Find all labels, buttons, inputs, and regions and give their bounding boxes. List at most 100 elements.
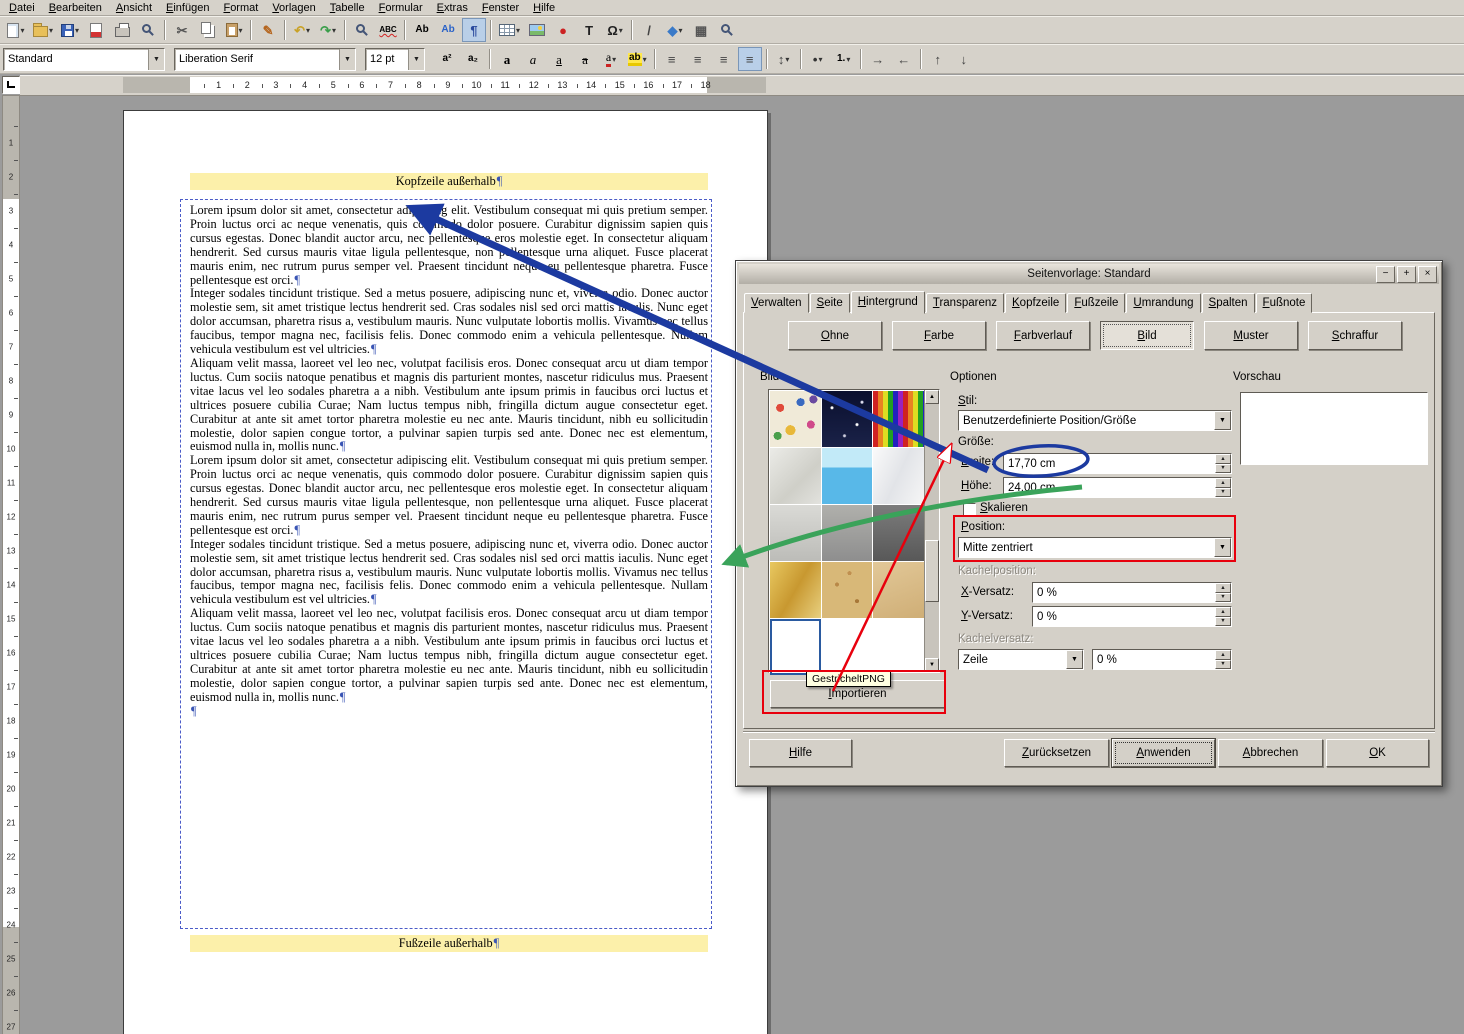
menu-vorlagen[interactable]: Vorlagen <box>265 2 322 14</box>
underline-icon[interactable]: a <box>547 47 571 71</box>
chevron-down-icon[interactable]: ▾ <box>306 26 310 35</box>
clone-formatting-icon[interactable]: ✎ <box>256 18 280 42</box>
paragraph-space-increase-icon[interactable]: ↑ <box>926 47 950 71</box>
paragraph[interactable]: Integer sodales tincidunt tristique. Sed… <box>190 287 708 357</box>
paragraph[interactable]: Aliquam velit massa, laoreet vel leo nec… <box>190 357 708 454</box>
chevron-down-icon[interactable]: ▾ <box>846 55 850 64</box>
gallery-item-sand[interactable] <box>822 562 873 618</box>
document-page[interactable]: Kopfzeile außerhalb¶ Lorem ipsum dolor s… <box>123 110 768 1034</box>
type-farbe-button[interactable]: Farbe <box>892 321 986 350</box>
gallery-item-stone-light[interactable] <box>770 505 821 561</box>
y-versatz-field[interactable]: 0 % ▲▼ <box>1032 606 1232 627</box>
align-right-icon[interactable]: ≡ <box>712 47 736 71</box>
spin-up-icon[interactable]: ▲ <box>1215 454 1231 464</box>
menu-fenster[interactable]: Fenster <box>475 2 526 14</box>
cut-icon[interactable]: ✂ <box>170 18 194 42</box>
copy-icon[interactable] <box>196 18 220 42</box>
print-icon[interactable] <box>110 18 134 42</box>
insert-image-icon[interactable] <box>525 18 549 42</box>
zoom-icon[interactable] <box>715 18 739 42</box>
paragraph[interactable]: Lorem ipsum dolor sit amet, consectetur … <box>190 454 708 537</box>
skalieren-checkbox[interactable] <box>963 503 976 516</box>
spin-down-icon[interactable]: ▼ <box>1215 464 1231 474</box>
save-icon[interactable]: ▾ <box>58 18 82 42</box>
dialog-titlebar[interactable]: Seitenvorlage: Standard − + × <box>739 264 1439 284</box>
x-versatz-field[interactable]: 0 % ▲▼ <box>1032 582 1232 603</box>
paragraph[interactable]: Aliquam velit massa, laoreet vel leo nec… <box>190 607 708 704</box>
type-ohne-button[interactable]: Ohne <box>788 321 882 350</box>
subscript-icon[interactable]: a₂ <box>461 47 485 71</box>
chevron-down-icon[interactable]: ▾ <box>612 55 616 64</box>
chevron-down-icon[interactable]: ▾ <box>20 26 24 35</box>
hilfe-button[interactable]: Hilfe <box>749 739 852 767</box>
page-footer[interactable]: Fußzeile außerhalb¶ <box>190 935 708 952</box>
tab-hintergrund[interactable]: Hintergrund <box>851 291 925 314</box>
gallery-item-gold[interactable] <box>770 562 821 618</box>
type-schraffur-button[interactable]: Schraffur <box>1308 321 1402 350</box>
chevron-down-icon[interactable]: ▾ <box>785 55 789 64</box>
print-preview-icon[interactable] <box>136 18 160 42</box>
minimize-button[interactable]: − <box>1376 266 1395 283</box>
field-shading-icon[interactable]: Ab <box>436 18 460 42</box>
spin-down-icon[interactable]: ▼ <box>1215 617 1231 627</box>
chevron-down-icon[interactable]: ▾ <box>818 55 822 64</box>
undo-icon[interactable]: ↶▾ <box>290 18 314 42</box>
gallery-item-stone-dark[interactable] <box>873 505 924 561</box>
line-spacing-icon[interactable]: ↕▾ <box>772 47 796 71</box>
font-color-icon[interactable]: a▾ <box>599 47 623 71</box>
document-body[interactable]: Lorem ipsum dolor sit amet, consectetur … <box>190 204 708 719</box>
gallery-item-stripes[interactable] <box>873 391 924 447</box>
chevron-down-icon[interactable]: ▼ <box>1066 650 1083 669</box>
find-replace-icon[interactable] <box>350 18 374 42</box>
tabstop-selector[interactable] <box>2 76 20 94</box>
spin-down-icon[interactable]: ▼ <box>1215 593 1231 603</box>
tab-seite[interactable]: Seite <box>810 293 850 313</box>
menu-datei[interactable]: Datei <box>2 2 42 14</box>
menu-bearbeiten[interactable]: Bearbeiten <box>42 2 109 14</box>
gallery-item-marble-light[interactable] <box>770 448 821 504</box>
menu-tabelle[interactable]: Tabelle <box>323 2 372 14</box>
spin-down-icon[interactable]: ▼ <box>1215 488 1231 498</box>
spin-up-icon[interactable]: ▲ <box>1215 607 1231 617</box>
spin-up-icon[interactable]: ▲ <box>1215 650 1231 660</box>
align-justify-icon[interactable]: ≡ <box>738 47 762 71</box>
export-pdf-icon[interactable] <box>84 18 108 42</box>
page-header[interactable]: Kopfzeile außerhalb¶ <box>190 173 708 190</box>
hoehe-field[interactable]: 24,00 cm ▲▼ <box>1003 477 1232 498</box>
chevron-down-icon[interactable]: ▼ <box>148 49 164 70</box>
gallery-item-flowers[interactable] <box>770 391 821 447</box>
type-farbverlauf-button[interactable]: Farbverlauf <box>996 321 1090 350</box>
increase-indent-icon[interactable]: → <box>866 47 890 71</box>
paragraph[interactable]: Lorem ipsum dolor sit amet, consectetur … <box>190 204 708 287</box>
numbered-list-icon[interactable]: 1.▾ <box>832 47 856 71</box>
chevron-down-icon[interactable]: ▾ <box>49 26 53 35</box>
bullet-list-icon[interactable]: •▾ <box>806 47 830 71</box>
chevron-down-icon[interactable]: ▾ <box>75 26 79 35</box>
chevron-down-icon[interactable]: ▾ <box>516 26 520 35</box>
font-name-select[interactable]: Liberation Serif ▼ <box>174 48 356 71</box>
basic-shapes-icon[interactable]: ◆▾ <box>663 18 687 42</box>
tab-spalten[interactable]: Spalten <box>1202 293 1255 313</box>
abbrechen-button[interactable]: Abbrechen <box>1218 739 1323 767</box>
spelling-icon[interactable]: ABC <box>376 18 400 42</box>
paragraph[interactable]: Integer sodales tincidunt tristique. Sed… <box>190 538 708 608</box>
tab-transparenz[interactable]: Transparenz <box>926 293 1004 313</box>
kachelversatz-mode-select[interactable]: Zeile ▼ <box>958 649 1084 670</box>
chevron-down-icon[interactable]: ▾ <box>643 55 647 64</box>
form-controls-icon[interactable]: ▦ <box>689 18 713 42</box>
paragraph-space-decrease-icon[interactable]: ↓ <box>952 47 976 71</box>
chevron-down-icon[interactable]: ▼ <box>339 49 355 70</box>
highlight-color-icon[interactable]: ab▾ <box>625 47 650 71</box>
tab-fusszeile[interactable]: Fußzeile <box>1067 293 1125 313</box>
menu-ansicht[interactable]: Ansicht <box>109 2 159 14</box>
gallery-item-night[interactable] <box>822 391 873 447</box>
chevron-down-icon[interactable]: ▾ <box>239 26 243 35</box>
gallery-item-white[interactable] <box>770 619 821 675</box>
chevron-down-icon[interactable]: ▼ <box>1214 411 1231 430</box>
autocorrect-icon[interactable]: Ab <box>410 18 434 42</box>
tab-kopfzeile[interactable]: Kopfzeile <box>1005 293 1066 313</box>
menu-einfugen[interactable]: Einfügen <box>159 2 216 14</box>
menu-formular[interactable]: Formular <box>372 2 430 14</box>
new-document-icon[interactable]: ▾ <box>4 18 28 42</box>
close-button[interactable]: × <box>1418 266 1437 283</box>
